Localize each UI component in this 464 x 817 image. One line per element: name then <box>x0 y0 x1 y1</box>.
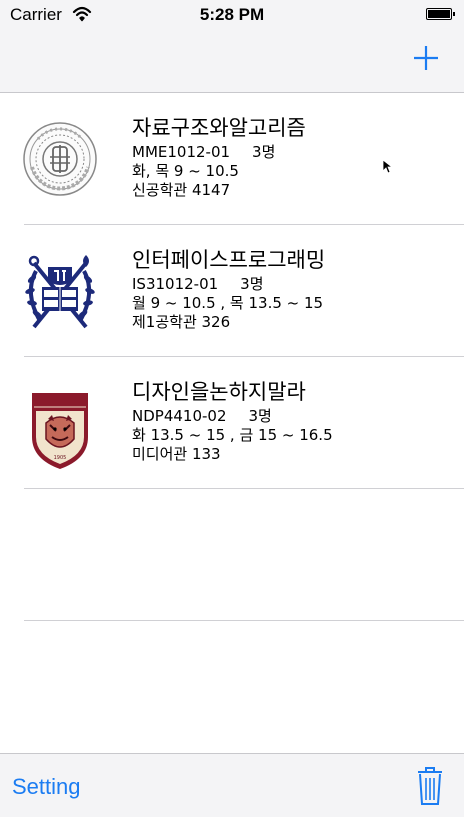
course-credits: 3명 <box>252 143 276 161</box>
course-info: 디자인을논하지말라 NDP4410-02 3명 화 13.5 ~ 15 , 금 1… <box>132 379 454 464</box>
seoul-national-university-emblem-icon <box>25 255 95 329</box>
trash-icon[interactable] <box>416 766 444 806</box>
course-code: MME1012-01 <box>132 143 231 161</box>
dongguk-university-seal-icon <box>23 122 97 196</box>
course-info: 자료구조와알고리즘 MME1012-01 3명 화, 목 9 ~ 10.5 신공학… <box>132 115 454 200</box>
course-code: IS31012-01 <box>132 275 219 293</box>
course-name: 자료구조와알고리즘 <box>132 116 306 140</box>
add-course-button[interactable] <box>412 44 440 72</box>
battery-icon <box>426 8 455 20</box>
course-code-line: IS31012-01 3명 <box>132 275 454 294</box>
navigation-bar: Carrier 5:28 PM <box>0 0 464 93</box>
empty-row <box>0 489 464 621</box>
course-room: 제1공학관 326 <box>132 313 231 331</box>
course-credits: 3명 <box>240 275 264 293</box>
svg-text:1905: 1905 <box>54 455 67 461</box>
status-bar: Carrier 5:28 PM <box>0 0 464 30</box>
korea-university-crest-icon: 1905 <box>32 393 88 469</box>
course-info: 인터페이스프로그래밍 IS31012-01 3명 월 9 ~ 10.5 , 목 1… <box>132 247 454 332</box>
course-row[interactable]: 자료구조와알고리즘 MME1012-01 3명 화, 목 9 ~ 10.5 신공학… <box>0 93 464 225</box>
course-schedule: 화, 목 9 ~ 10.5 <box>132 162 239 180</box>
course-row[interactable]: 1905 디자인을논하지말라 NDP4410-02 3명 화 13.5 ~ 15 … <box>0 357 464 489</box>
row-separator <box>24 620 464 621</box>
mouse-pointer-icon <box>383 160 393 174</box>
course-room: 신공학관 4147 <box>132 181 231 199</box>
course-code-line: NDP4410-02 3명 <box>132 407 454 426</box>
course-name: 인터페이스프로그래밍 <box>132 248 326 272</box>
course-code: NDP4410-02 <box>132 407 227 425</box>
course-credits: 3명 <box>248 407 272 425</box>
bottom-toolbar: Setting <box>0 753 464 817</box>
course-room: 미디어관 133 <box>132 445 221 463</box>
course-name: 디자인을논하지말라 <box>132 380 306 404</box>
course-schedule: 월 9 ~ 10.5 , 목 13.5 ~ 15 <box>132 294 324 312</box>
setting-button[interactable]: Setting <box>12 774 81 800</box>
course-code-line: MME1012-01 3명 <box>132 143 454 162</box>
clock-label: 5:28 PM <box>199 5 265 24</box>
app-screen: Carrier 5:28 PM 자료구조와알고리즘 MME1012-01 3명 … <box>0 0 464 817</box>
course-schedule: 화 13.5 ~ 15 , 금 15 ~ 16.5 <box>132 426 333 444</box>
course-row[interactable]: 인터페이스프로그래밍 IS31012-01 3명 월 9 ~ 10.5 , 목 1… <box>0 225 464 357</box>
course-list: 자료구조와알고리즘 MME1012-01 3명 화, 목 9 ~ 10.5 신공학… <box>0 93 464 621</box>
